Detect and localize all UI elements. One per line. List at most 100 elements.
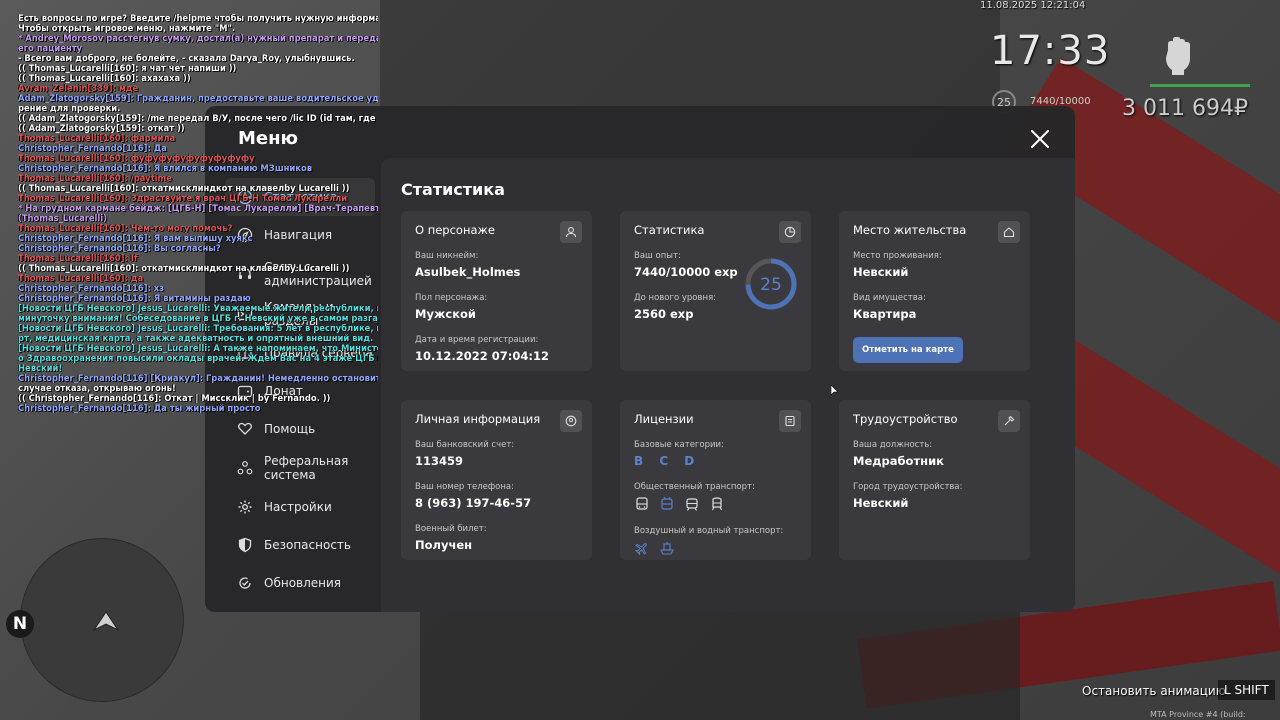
label: Место проживания: bbox=[853, 251, 942, 261]
card-personal: Личная информация Ваш банковский счет: 1… bbox=[401, 400, 592, 560]
nav-label: Настройки bbox=[264, 500, 332, 514]
license-categories: B C D bbox=[634, 454, 701, 468]
chat-line: * На грудном кармане бейдж: [ЦГБ-Н] [Том… bbox=[18, 203, 378, 213]
chat-line: Невский! bbox=[18, 363, 63, 373]
user-icon bbox=[560, 221, 582, 243]
boat-icon bbox=[660, 542, 674, 555]
nav-item-settings[interactable]: Настройки bbox=[225, 488, 375, 526]
chat-line: - Всего вам доброго, не болейте, - сказа… bbox=[18, 53, 355, 63]
card-title: Трудоустройство bbox=[853, 412, 958, 426]
world-shadow bbox=[420, 612, 1020, 720]
label: Ваша должность: bbox=[853, 440, 933, 450]
close-icon[interactable] bbox=[1027, 126, 1053, 152]
chat-line: Thomas_Lucarelli[160]: Здраствуйте я вра… bbox=[18, 193, 348, 203]
world-shadow bbox=[380, 0, 1000, 110]
card-job: Трудоустройство Ваша должность: Медработ… bbox=[839, 400, 1030, 560]
nav-item-security[interactable]: Безопасность bbox=[225, 526, 375, 564]
chat-line: Чтобы открыть игровое меню, нажмите "M". bbox=[18, 23, 236, 33]
nav-label: Помощь bbox=[264, 422, 316, 436]
card-title: Статистика bbox=[634, 223, 705, 237]
chat-line: Avram_Zelenin[339]: мде bbox=[18, 83, 139, 93]
chat-line: (Thomas_Lucarelli) bbox=[18, 213, 107, 223]
train-icon bbox=[712, 497, 722, 511]
chat-line: (( Thomas_Lucarelli[160]: я чат чет напи… bbox=[18, 63, 237, 73]
chat-line: Thomas_Lucarelli[160]: да bbox=[18, 273, 144, 283]
property-type-value: Квартира bbox=[853, 307, 917, 321]
house-icon bbox=[998, 221, 1020, 243]
hint-key: L SHIFT bbox=[1218, 680, 1275, 700]
nav-item-updates[interactable]: Обновления bbox=[225, 564, 375, 602]
label: Базовые категории: bbox=[634, 440, 724, 450]
chat-line: Thomas_Lucarelli[160]: /paytime bbox=[18, 173, 172, 183]
card-title: Личная информация bbox=[415, 412, 541, 426]
label: Воздушный и водный транспорт: bbox=[634, 526, 784, 536]
label: Военный билет: bbox=[415, 524, 487, 534]
position-value: Медработник bbox=[853, 454, 944, 468]
nav-item-help[interactable]: Помощь bbox=[225, 410, 375, 448]
chat-line: [Новости ЦГБ Невского] Jesus_Lucarelli: … bbox=[18, 303, 378, 313]
chat-line: Christopher_Fernando[116]: Я влился в ко… bbox=[18, 163, 313, 173]
chat-line: (( Thomas_Lucarelli[160]: откатмисклиндк… bbox=[18, 183, 350, 193]
bank-value: 113459 bbox=[415, 454, 464, 468]
chat-line: Christopher_Fernando[116] [Криакул]: Гра… bbox=[18, 373, 378, 383]
mark-on-map-button[interactable]: Отметить на карте bbox=[853, 337, 963, 363]
card-title: Лицензии bbox=[634, 412, 694, 426]
hammer-icon bbox=[998, 410, 1020, 432]
trolleybus-icon bbox=[661, 496, 673, 510]
card-title: Место жительства bbox=[853, 223, 967, 237]
heart-hands-icon bbox=[237, 422, 253, 435]
registration-value: 10.12.2022 07:04:12 bbox=[415, 349, 549, 363]
label: Ваш банковский счет: bbox=[415, 440, 515, 450]
card-title: О персонаже bbox=[415, 223, 495, 237]
chat-line: (( Christopher_Fernando[116]: Откат | Ми… bbox=[18, 393, 331, 403]
nav-item-referral[interactable]: Реферальная система bbox=[225, 448, 375, 488]
public-transport-icons bbox=[634, 496, 797, 512]
build-info: MTA Province #4 (build: 6.12416.9) bbox=[1150, 710, 1246, 720]
animation-hint: Остановить анимацию bbox=[1082, 684, 1226, 698]
id-card-icon bbox=[779, 410, 801, 432]
job-city-value: Невский bbox=[853, 496, 909, 510]
player-arrow-icon bbox=[92, 611, 120, 632]
chat-line: Christopher_Fernando[116]: Я вам выпишу … bbox=[18, 233, 253, 243]
chat-line: Christopher_Fernando[116]: Да bbox=[18, 143, 167, 153]
chat-line: (( Adam_Zlatogorsky[159]: /me передал В/… bbox=[18, 113, 378, 123]
chat-line: Adam_Zlatogorsky[159]: Гражданин, предос… bbox=[18, 93, 378, 103]
label: Вид имущества: bbox=[853, 293, 926, 303]
people-icon bbox=[237, 461, 253, 475]
minimap-north: N bbox=[6, 610, 34, 638]
content-panel: Статистика О персонаже Ваш никнейм: Asul… bbox=[381, 158, 1075, 612]
label: Город трудоустройства: bbox=[853, 482, 963, 492]
chat-line: его пациенту bbox=[18, 43, 83, 53]
military-value: Получен bbox=[415, 538, 473, 552]
nav-label: Реферальная система bbox=[264, 454, 349, 482]
gender-value: Мужской bbox=[415, 307, 476, 321]
place-value: Невский bbox=[853, 265, 909, 279]
phone-value: 8 (963) 197-46-57 bbox=[415, 496, 532, 510]
refresh-icon bbox=[239, 577, 251, 589]
shield-icon bbox=[238, 537, 252, 553]
level-progress-ring: 25 bbox=[745, 258, 797, 310]
card-residence: Место жительства Место проживания: Невск… bbox=[839, 211, 1030, 371]
chat-line: Christopher_Fernando[116]: Да ты жирный … bbox=[18, 403, 261, 413]
chat-line: [Новости ЦГБ Невского] Jesus_Lucarelli: … bbox=[18, 323, 378, 333]
label: Пол персонажа: bbox=[415, 293, 488, 303]
chat-line: (( Adam_Zlatogorsky[159]: откат )) bbox=[18, 123, 185, 133]
chat-line: о Здравоохранения повысили оклады врачей… bbox=[18, 353, 378, 363]
chat-line: (( Thomas_Lucarelli[160]: ахахаха )) bbox=[18, 73, 191, 83]
fist-icon bbox=[1166, 37, 1190, 75]
health-bar-fill bbox=[1150, 84, 1250, 87]
tram-icon bbox=[686, 498, 698, 511]
chat-line: минуточку внимания! Собеседование в ЦГБ … bbox=[18, 313, 378, 323]
chat-line: Christopher_Fernando[116]: Вы согласны? bbox=[18, 243, 221, 253]
nav-label: Безопасность bbox=[264, 538, 351, 552]
hud-time: 17:33 bbox=[990, 28, 1111, 74]
chat-line: (( Thomas_Lucarelli[160]: откатмисклиндк… bbox=[18, 263, 350, 273]
nickname-value: Asulbek_Holmes bbox=[415, 265, 521, 279]
cursor-icon bbox=[831, 385, 839, 396]
health-bar bbox=[1150, 84, 1250, 87]
card-licenses: Лицензии Базовые категории: B C D Общест… bbox=[620, 400, 811, 560]
chat-line: * Andrey_Morosov расстегнув сумку, доста… bbox=[18, 33, 378, 43]
chat-line: Christopher_Fernando[116]: Я витамины ра… bbox=[18, 293, 251, 303]
hud-money: 3 011 694₽ bbox=[1122, 96, 1248, 121]
plane-icon bbox=[634, 543, 647, 556]
